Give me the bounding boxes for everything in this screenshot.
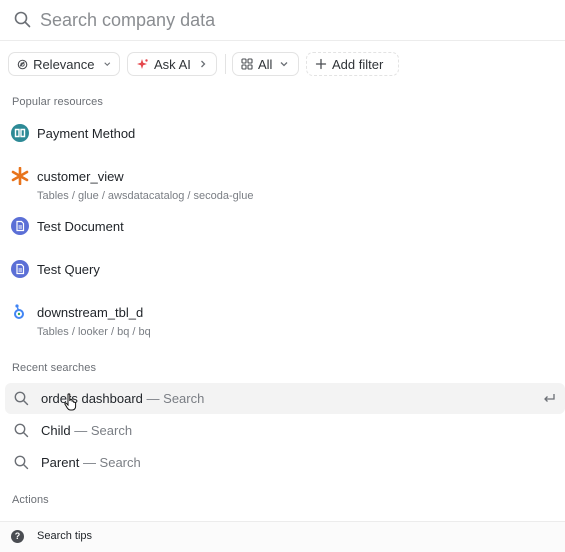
type-filter-all-button[interactable]: All: [232, 52, 299, 76]
search-tips-item[interactable]: ? Search tips: [0, 521, 565, 552]
aws-glue-icon: [11, 167, 29, 185]
target-icon: [17, 59, 28, 69]
actions-heading: Actions: [12, 494, 49, 506]
search-icon: [14, 455, 29, 470]
recent-suffix: — Search: [74, 423, 133, 438]
search-input[interactable]: [40, 6, 540, 34]
grid-icon: [241, 58, 253, 70]
sparkle-icon: [137, 58, 148, 69]
recent-search-item[interactable]: Child — Search: [5, 415, 565, 446]
search-icon: [14, 391, 29, 406]
filter-divider: [225, 54, 226, 74]
resource-title: Test Query: [37, 262, 100, 277]
looker-icon: [14, 304, 24, 319]
resource-title: downstream_tbl_d: [37, 305, 144, 320]
chevron-right-icon: [200, 60, 206, 68]
chevron-down-icon: [280, 62, 288, 67]
document-icon: [11, 260, 29, 278]
add-filter-label: Add filter: [332, 56, 384, 72]
recent-search-item[interactable]: orders dashboard — Search: [5, 383, 565, 414]
recent-search-item[interactable]: Parent — Search: [5, 447, 565, 478]
resource-item-payment-method[interactable]: Payment Method: [0, 120, 565, 150]
enter-key-icon: [544, 394, 555, 402]
popular-resources-heading: Popular resources: [12, 96, 103, 108]
plus-icon: [315, 58, 327, 70]
resource-title: Payment Method: [37, 126, 136, 141]
ask-ai-label: Ask AI: [154, 56, 191, 72]
recent-search-text: Parent — Search: [41, 455, 141, 470]
relevance-sort-button[interactable]: Relevance: [8, 52, 120, 76]
recent-query: orders dashboard: [41, 391, 143, 406]
recent-query: Child: [41, 423, 71, 438]
recent-query: Parent: [41, 455, 80, 470]
recent-suffix: — Search: [82, 455, 141, 470]
document-icon: [11, 217, 29, 235]
resource-item-test-document[interactable]: Test Document: [0, 213, 565, 243]
chevron-down-icon: [103, 62, 110, 67]
add-filter-button[interactable]: Add filter: [306, 52, 399, 76]
resource-item-test-query[interactable]: Test Query: [0, 256, 565, 286]
resource-path: Tables / glue / awsdatacatalog / secoda-…: [37, 190, 254, 202]
help-icon: ?: [11, 530, 24, 543]
recent-searches-heading: Recent searches: [12, 362, 97, 374]
recent-suffix: — Search: [146, 391, 205, 406]
recent-search-text: Child — Search: [41, 423, 132, 438]
resource-title: Test Document: [37, 219, 124, 234]
search-bar: [0, 0, 565, 41]
all-label: All: [258, 56, 273, 72]
ask-ai-button[interactable]: Ask AI: [127, 52, 217, 76]
hand-cursor-icon: [64, 393, 77, 411]
search-icon: [14, 423, 29, 438]
search-icon: [14, 11, 31, 28]
relevance-label: Relevance: [33, 56, 95, 72]
resource-path: Tables / looker / bq / bq: [37, 326, 151, 338]
resource-item-customer-view[interactable]: customer_view Tables / glue / awsdatacat…: [0, 163, 565, 205]
search-tips-label: Search tips: [37, 530, 93, 542]
resource-title: customer_view: [37, 169, 124, 184]
book-icon: [11, 124, 29, 142]
resource-item-downstream-tbl-d[interactable]: downstream_tbl_d Tables / looker / bq / …: [0, 299, 565, 341]
